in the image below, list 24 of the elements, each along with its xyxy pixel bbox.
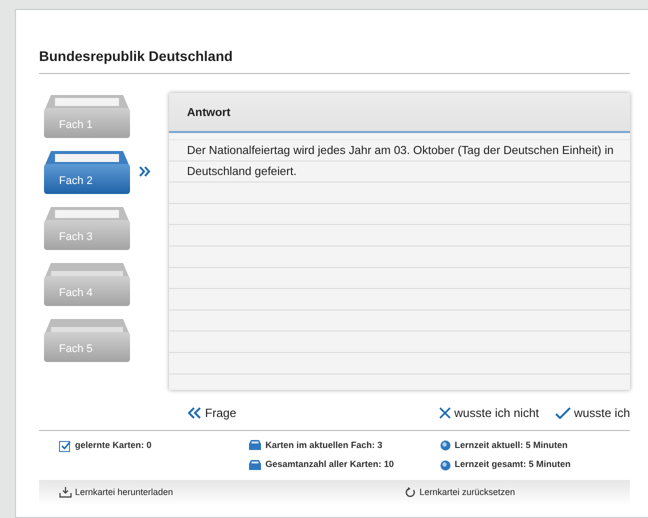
clock-icon (440, 440, 451, 452)
stat-text: Lernzeit aktuell: 5 Minuten (454, 438, 568, 452)
reset-link[interactable]: Lernkartei zurücksetzen (405, 486, 515, 500)
stat-text: Karten im aktuellen Fach: 3 (265, 438, 382, 452)
double-chevron-right-icon (139, 166, 151, 178)
download-icon (59, 487, 72, 498)
refresh-icon (405, 487, 416, 498)
box-icon (249, 460, 262, 471)
box-icon (249, 440, 262, 452)
stat-text: gelernte Karten: 0 (75, 438, 152, 452)
page-title: Bundesrepublik Deutschland (39, 48, 630, 74)
did-not-know-link[interactable]: wusste ich nicht (439, 404, 539, 422)
checkbox-icon (59, 440, 71, 452)
stat-text: Lernzeit gesamt: 5 Minuten (454, 458, 571, 472)
clock-icon (440, 460, 451, 471)
checkmark-icon (554, 406, 571, 419)
card-heading: Antwort (169, 92, 630, 133)
double-chevron-left-icon (188, 406, 202, 419)
stat-text: Gesamtanzahl aller Karten: 10 (265, 458, 394, 472)
close-icon (439, 406, 452, 419)
answer-text: Der Nationalfeiertag wird jedes Jahr am 03. Oktober (Tag der Deutschen Einheit) in Deutschland gefeiert. (187, 142, 615, 180)
knew-it-link[interactable]: wusste ich (554, 404, 630, 422)
download-link[interactable]: Lernkartei herunterladen (59, 486, 174, 500)
question-link[interactable]: Frage (188, 404, 236, 422)
